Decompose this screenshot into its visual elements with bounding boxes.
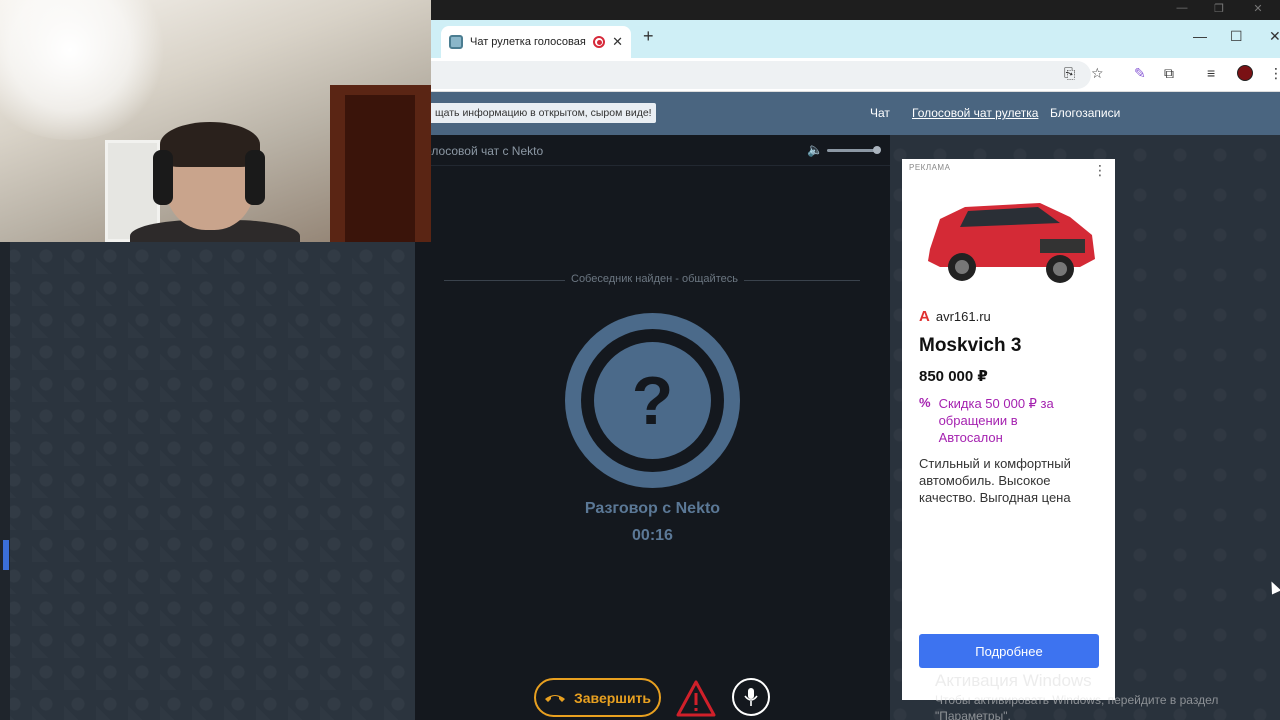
ad-description: Стильный и комфортный автомобиль. Высоко… — [919, 456, 1071, 505]
ad-promo-text: Скидка 50 000 ₽ за обращении в Автосалон — [938, 396, 1054, 445]
end-call-label: Завершить — [573, 689, 652, 706]
ad-title: Moskvich 3 — [919, 335, 1022, 356]
partner-avatar: ? — [565, 313, 740, 488]
window-maximize-button[interactable]: ☐ — [1230, 28, 1243, 45]
address-bar[interactable] — [431, 61, 1091, 89]
hangup-phone-icon — [544, 694, 565, 702]
tab-close-icon[interactable]: ✕ — [612, 34, 623, 50]
os-minimize-icon[interactable]: — — [1172, 2, 1192, 14]
call-header: олосовой чат с Nekto 🔈 — [415, 135, 890, 166]
volume-icon[interactable]: 🔈 — [807, 142, 823, 158]
advertiser-logo-icon: A — [919, 308, 930, 325]
call-partner-label: Разговор с Nekto — [584, 500, 721, 517]
ceiling-light — [0, 0, 170, 140]
privacy-hint: щать информацию в открытом, сыром виде! — [431, 103, 656, 123]
windows-activation-text: Чтобы активировать Windows, перейдите в … — [935, 693, 1219, 707]
site-header: щать информацию в открытом, сыром виде! … — [431, 92, 1280, 135]
volume-slider-thumb[interactable] — [873, 146, 881, 154]
advertisement-card[interactable]: РЕКЛАМА ⋮ A avr161.ru Moskvich 3 850 000… — [902, 159, 1115, 700]
nav-voice-chat[interactable]: Голосовой чат рулетка — [912, 106, 1038, 120]
browser-tab[interactable]: Чат рулетка голосовая — ✕ — [441, 26, 631, 58]
nav-chat[interactable]: Чат — [870, 106, 890, 120]
browser-tab-strip: Чат рулетка голосовая — ✕ + — ☐ ✕ — [431, 20, 1280, 58]
end-call-button[interactable]: Завершить — [534, 678, 661, 717]
windows-activation-settings: "Параметры". — [935, 709, 1011, 720]
os-close-icon[interactable]: ✕ — [1248, 2, 1268, 15]
ad-domain: avr161.ru — [935, 309, 991, 324]
new-tab-button[interactable]: + — [643, 26, 654, 47]
bookmark-star-icon[interactable]: ☆ — [1091, 65, 1104, 82]
discount-percent-icon: % — [919, 395, 931, 410]
left-panel — [0, 242, 415, 720]
unknown-user-icon: ? — [594, 342, 711, 459]
left-edge-highlight — [3, 540, 9, 570]
ad-label: РЕКЛАМА — [909, 163, 951, 172]
left-edge-strip — [0, 242, 10, 720]
car-image — [928, 203, 1095, 283]
partner-found-status: Собеседник найден - общайтесь — [565, 273, 744, 285]
call-title: олосовой чат с Nekto — [425, 144, 544, 158]
microphone-toggle-button[interactable] — [732, 678, 770, 716]
ad-promo: % Скидка 50 000 ₽ за обращении в Автосал… — [919, 395, 1069, 446]
ad-domain-row[interactable]: A avr161.ru — [919, 308, 991, 325]
browser-toolbar: ⎘ ☆ ✎ ⧉ ≡ ⋮ — [431, 58, 1280, 92]
cabinet-shadow — [345, 95, 415, 242]
headphones-left — [153, 150, 173, 205]
volume-slider[interactable] — [827, 149, 877, 152]
headphones-right — [245, 150, 265, 205]
browser-menu-icon[interactable]: ⋮ — [1269, 65, 1280, 82]
voice-call-panel: олосовой чат с Nekto 🔈 Собеседник найден… — [415, 135, 890, 720]
os-restore-icon[interactable]: ❐ — [1209, 2, 1229, 15]
install-app-icon[interactable]: ⎘ — [1064, 65, 1075, 82]
profile-avatar[interactable] — [1237, 65, 1253, 81]
microphone-icon — [744, 688, 758, 706]
pen-extension-icon[interactable]: ✎ — [1134, 65, 1146, 82]
webcam-overlay — [0, 0, 431, 242]
call-timer: 00:16 — [632, 527, 673, 544]
site-favicon-icon — [449, 35, 463, 49]
ad-menu-icon[interactable]: ⋮ — [1093, 162, 1107, 179]
media-control-icon[interactable]: ≡ — [1207, 65, 1215, 81]
nav-blog[interactable]: Блогозаписи — [1050, 106, 1120, 120]
extensions-puzzle-icon[interactable]: ⧉ — [1164, 65, 1174, 82]
recording-indicator-icon — [593, 36, 606, 48]
tab-title: Чат рулетка голосовая — — [470, 36, 586, 48]
windows-activation-title: Активация Windows — [935, 671, 1092, 690]
avatar-ring-gap: ? — [581, 329, 724, 472]
window-minimize-button[interactable]: — — [1193, 28, 1207, 44]
window-close-button[interactable]: ✕ — [1269, 28, 1280, 45]
ad-price: 850 000 ₽ — [919, 368, 988, 385]
report-warning-icon[interactable] — [676, 679, 716, 719]
ad-details-button[interactable]: Подробнее — [919, 634, 1099, 668]
